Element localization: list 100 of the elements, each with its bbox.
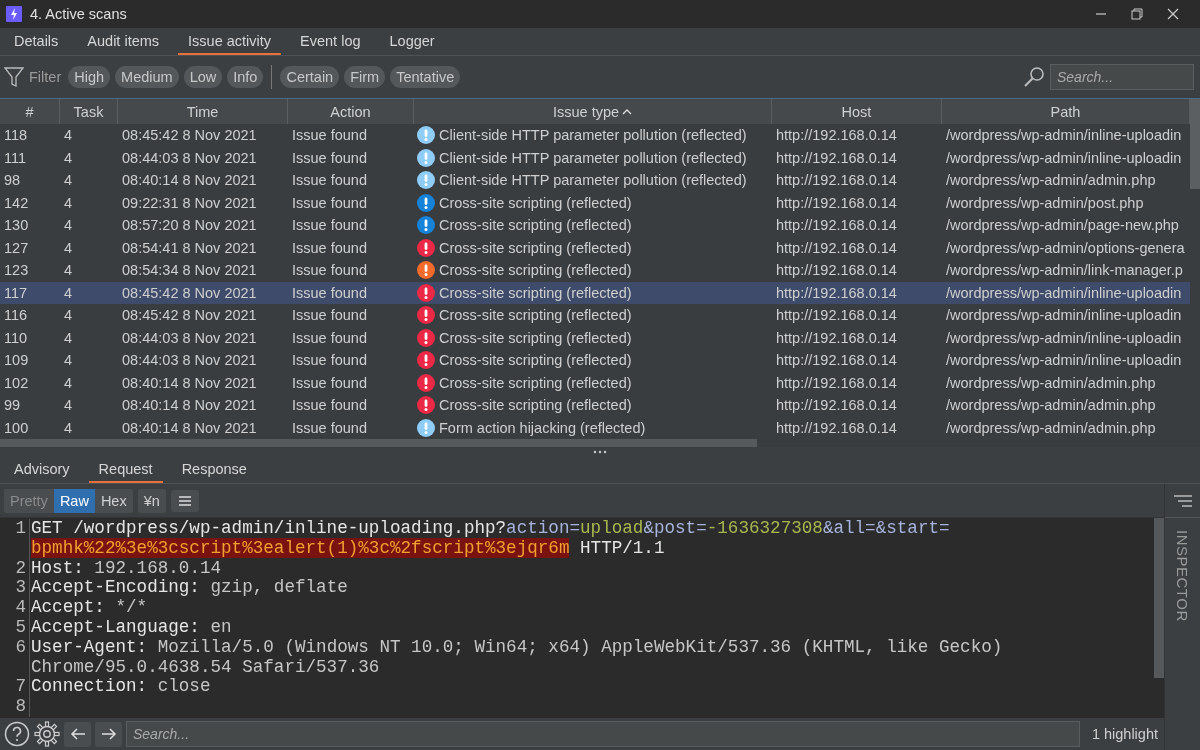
back-button[interactable] <box>64 721 91 747</box>
table-row[interactable]: 130 4 08:57:20 8 Nov 2021 Issue found Cross-site scripting (reflected) http://192.168.0.14 /wordpress/wp-admin/page-new.php <box>0 214 1190 237</box>
confidence-filter-chip[interactable]: Certain <box>280 66 340 88</box>
table-cell-text: Issue found <box>291 419 368 436</box>
settings-icon[interactable] <box>34 721 60 747</box>
table-cell-text: http://192.168.0.14 <box>775 172 898 189</box>
column-header[interactable]: Host <box>772 99 942 124</box>
search-field[interactable]: Search... <box>126 721 1080 747</box>
table-row[interactable]: 111 4 08:44:03 8 Nov 2021 Issue found Client-side HTTP parameter pollution (reflected) http://192.168.0.14 /wordpress/wp-admin/inline-uploadin <box>0 146 1190 169</box>
table-cell-text: /wordpress/wp-admin/inline-uploadin <box>945 329 1183 346</box>
tab[interactable]: Logger <box>379 28 445 55</box>
table-row[interactable]: 123 4 08:54:34 8 Nov 2021 Issue found Cross-site scripting (reflected) http://192.168.0.14 /wordpress/wp-admin/link-manager.p <box>0 259 1190 282</box>
arrow-right-icon <box>100 726 117 742</box>
table-row[interactable]: 109 4 08:44:03 8 Nov 2021 Issue found Cross-site scripting (reflected) http://192.168.0.14 /wordpress/wp-admin/inline-uploadin <box>0 349 1190 372</box>
code-line: Accept: */* <box>31 598 149 618</box>
table-cell-text: Issue found <box>291 127 368 144</box>
search-icon <box>1023 66 1045 88</box>
table-cell-text: http://192.168.0.14 <box>775 374 898 391</box>
code-line: Host: 192.168.0.14 <box>31 558 223 579</box>
severity-filter-chip[interactable]: Info <box>227 66 264 88</box>
column-header[interactable]: # <box>0 99 60 124</box>
close-icon[interactable] <box>1166 7 1180 21</box>
forward-button[interactable] <box>95 721 122 747</box>
table-cell-text: 130 <box>3 217 30 234</box>
table-cell-text: Issue found <box>291 239 368 256</box>
line-number: 5 <box>0 618 30 638</box>
table-cell-text: http://192.168.0.14 <box>775 127 898 144</box>
window-title: 4. Active scans <box>30 6 127 22</box>
table-cell-text: 4 <box>63 307 74 324</box>
table-row[interactable]: 98 4 08:40:14 8 Nov 2021 Issue found Client-side HTTP parameter pollution (reflected) http://192.168.0.14 /wordpress/wp-admin/admin.php <box>0 169 1190 192</box>
table-cell-text: 4 <box>63 352 74 369</box>
tab[interactable]: Event log <box>290 28 371 55</box>
table-cell-text: 4 <box>63 239 74 256</box>
table-row[interactable]: 99 4 08:40:14 8 Nov 2021 Issue found Cross-site scripting (reflected) http://192.168.0.14 /wordpress/wp-admin/admin.php <box>0 394 1190 417</box>
table-cell: Cross-site scripting (reflected) <box>439 284 632 301</box>
table-cell-text: 08:40:14 8 Nov 2021 <box>121 419 258 436</box>
code-line: Accept-Encoding: gzip, deflate <box>31 578 349 599</box>
column-header[interactable]: Issue type <box>414 99 772 124</box>
inspector-menu-icon[interactable] <box>1172 493 1193 508</box>
table-cell-text: 08:44:03 8 Nov 2021 <box>121 352 258 369</box>
newline-toggle[interactable]: ¥n <box>137 488 166 513</box>
restore-icon[interactable] <box>1130 7 1144 21</box>
table-cell-text: http://192.168.0.14 <box>775 284 898 301</box>
table-row[interactable]: 127 4 08:54:41 8 Nov 2021 Issue found Cross-site scripting (reflected) http://192.168.0.14 /wordpress/wp-admin/options-genera <box>0 236 1190 259</box>
table-cell: Cross-site scripting (reflected) <box>439 239 632 256</box>
table-cell: Cross-site scripting (reflected) <box>439 374 632 391</box>
help-icon[interactable] <box>4 721 30 747</box>
severity-filter-chip[interactable]: Low <box>183 66 223 88</box>
table-cell-text: Issue found <box>291 284 368 301</box>
table-row[interactable]: 117 4 08:45:42 8 Nov 2021 Issue found Cross-site scripting (reflected) http://192.168.0.14 /wordpress/wp-admin/inline-uploadin <box>0 281 1190 304</box>
menu-button[interactable] <box>170 489 199 512</box>
tab[interactable]: Audit items <box>77 28 170 55</box>
table-cell-text: 08:45:42 8 Nov 2021 <box>121 307 258 324</box>
table-cell-text: 99 <box>3 397 22 414</box>
table-row[interactable]: 118 4 08:45:42 8 Nov 2021 Issue found Client-side HTTP parameter pollution (reflected) http://192.168.0.14 /wordpress/wp-admin/inline-uploadin <box>0 124 1190 147</box>
table-cell: Cross-site scripting (reflected) <box>439 217 632 234</box>
tab[interactable]: Details <box>4 28 69 55</box>
inspector-tab[interactable]: INSPECTOR <box>1174 530 1191 622</box>
column-header[interactable]: Action <box>288 99 414 124</box>
table-cell-text: Issue found <box>291 194 368 211</box>
table-cell: Form action hijacking (reflected) <box>439 419 646 436</box>
confidence-filter-chip[interactable]: Firm <box>344 66 386 88</box>
table-cell-text: /wordpress/wp-admin/admin.php <box>945 397 1157 414</box>
table-row[interactable]: 116 4 08:45:42 8 Nov 2021 Issue found Cross-site scripting (reflected) http://192.168.0.14 /wordpress/wp-admin/inline-uploadin <box>0 304 1190 327</box>
table-cell-text: /wordpress/wp-admin/post.php <box>945 194 1145 211</box>
table-cell-text: 08:40:14 8 Nov 2021 <box>121 397 258 414</box>
code-line: User-Agent: Mozilla/5.0 (Windows NT 10.0; Win64; x64) AppleWebKit/537.36 (KHTML, like Gecko) <box>31 637 1004 658</box>
table-row[interactable]: 142 4 09:22:31 8 Nov 2021 Issue found Cross-site scripting (reflected) http://192.168.0.14 /wordpress/wp-admin/post.php <box>0 191 1190 214</box>
table-cell-text: 4 <box>63 217 74 234</box>
column-header[interactable]: Time <box>118 99 288 124</box>
table-row[interactable]: 102 4 08:40:14 8 Nov 2021 Issue found Cross-site scripting (reflected) http://192.168.0.14 /wordpress/wp-admin/admin.php <box>0 371 1190 394</box>
line-number: 3 <box>0 578 30 599</box>
table-cell-text: 09:22:31 8 Nov 2021 <box>121 194 258 211</box>
table-cell-text: 142 <box>3 194 30 211</box>
view-mode-tab[interactable]: Raw <box>53 488 95 513</box>
table-cell-text: Issue found <box>291 262 368 279</box>
column-header[interactable]: Task <box>60 99 118 124</box>
table-cell-text: 08:45:42 8 Nov 2021 <box>121 284 258 301</box>
table-row[interactable]: 110 4 08:44:03 8 Nov 2021 Issue found Cross-site scripting (reflected) http://192.168.0.14 /wordpress/wp-admin/inline-uploadin <box>0 326 1190 349</box>
table-cell-text: 08:40:14 8 Nov 2021 <box>121 172 258 189</box>
table-cell-text: Issue found <box>291 172 368 189</box>
line-number: 8 <box>0 697 30 717</box>
splitter-handle-icon <box>593 449 607 454</box>
severity-filter-chip[interactable]: High <box>68 66 111 88</box>
table-cell-text: /wordpress/wp-admin/options-genera <box>945 239 1186 256</box>
table-cell: Cross-site scripting (reflected) <box>439 194 632 211</box>
tab[interactable]: Response <box>171 456 257 483</box>
code-line: bpmhk%22%3e%3cscript%3ealert(1)%3c%2fscript%3ejqr6m HTTP/1.1 <box>31 538 666 559</box>
table-cell-text: 4 <box>63 262 74 279</box>
search-field[interactable]: Search... <box>1050 64 1194 90</box>
table-cell-text: 4 <box>63 127 74 144</box>
table-cell: Cross-site scripting (reflected) <box>439 329 632 346</box>
table-row[interactable]: 100 4 08:40:14 8 Nov 2021 Issue found Form action hijacking (reflected) http://192.168.0.14 /wordpress/wp-admin/admin.php <box>0 416 1190 439</box>
filter-label: Filter <box>29 69 62 85</box>
code-line: GET /wordpress/wp-admin/inline-uploading.php?action=upload&post=-1636327308&all=&start= <box>31 519 951 539</box>
code-line: Accept-Language: en <box>31 618 233 638</box>
severity-filter-chip[interactable]: Medium <box>115 66 179 88</box>
sort-caret-icon <box>622 107 633 116</box>
confidence-filter-chip[interactable]: Tentative <box>390 66 461 88</box>
tab[interactable]: Advisory <box>4 456 80 483</box>
